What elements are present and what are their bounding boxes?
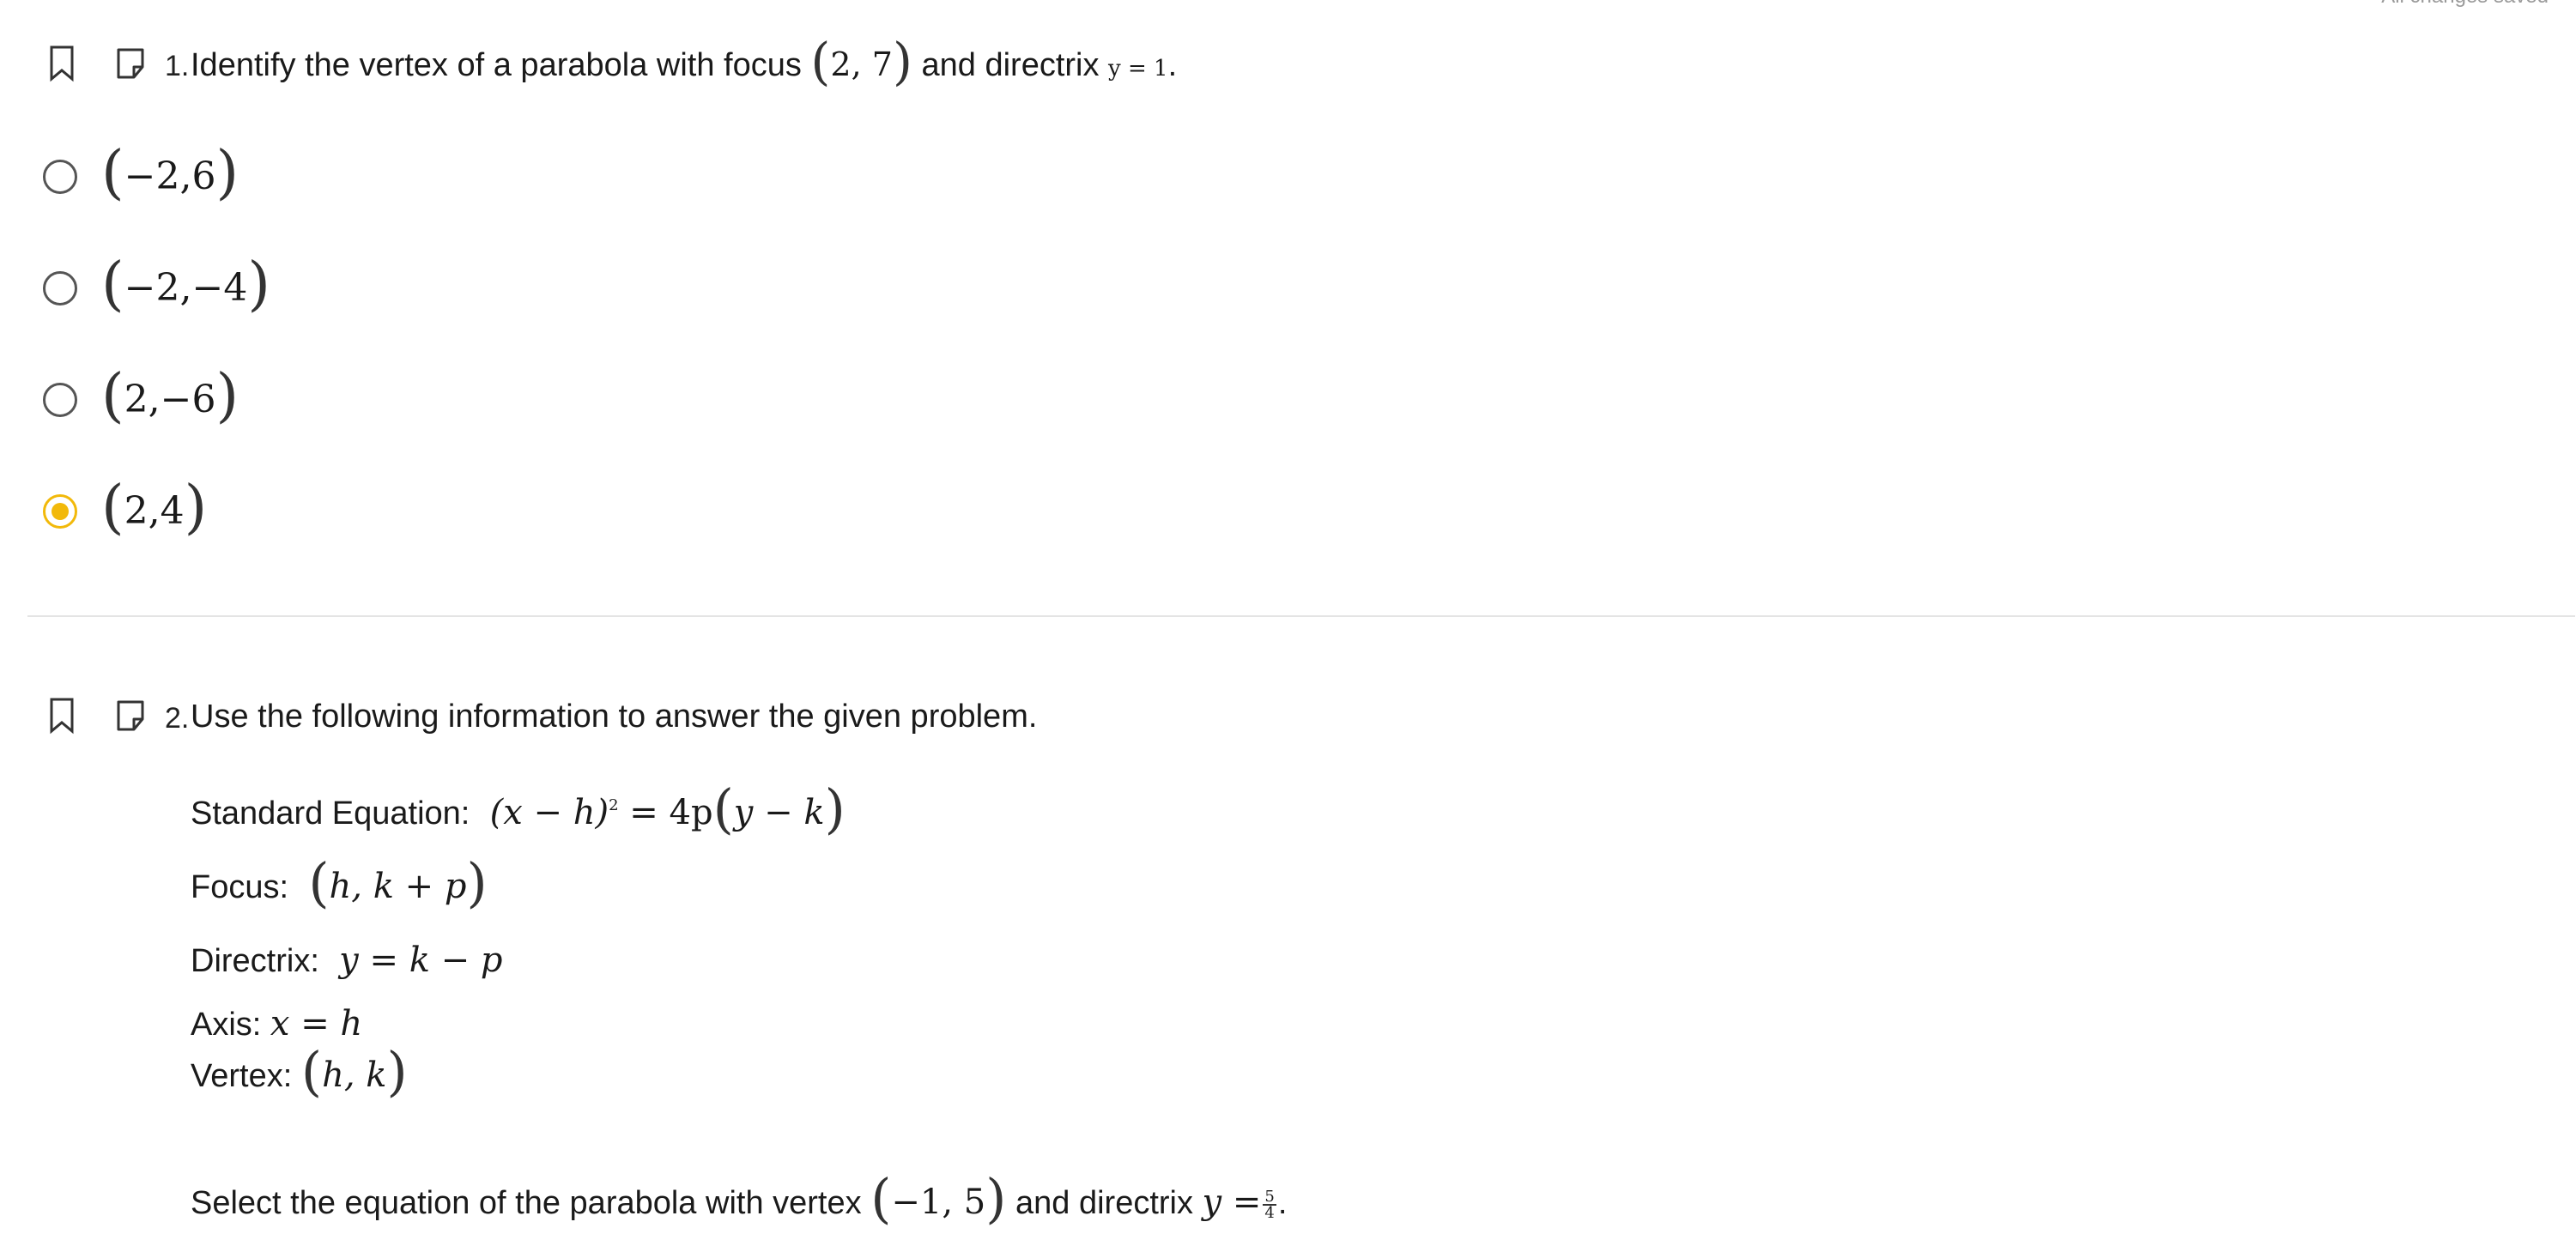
radio-button-selected[interactable] xyxy=(43,494,77,529)
directrix-formula-label: Directrix: xyxy=(191,943,319,979)
answer-choice-c[interactable]: (2,−6) xyxy=(0,357,858,443)
question-text-middle: and directrix xyxy=(921,47,1100,83)
vertex-formula: (h, k) xyxy=(300,1039,408,1103)
bookmark-icon[interactable] xyxy=(46,45,77,82)
question-number: 2. xyxy=(165,702,190,735)
question-1: 1. Identify the vertex of a parabola wit… xyxy=(0,31,2576,580)
question-number: 1. xyxy=(165,50,190,82)
prompt-middle: and directrix xyxy=(1015,1185,1193,1221)
directrix-fraction: 54 xyxy=(1263,1188,1276,1222)
prompt-vertex: (−1, 5) xyxy=(870,1166,1007,1230)
choice-label: (−2,−4) xyxy=(101,251,270,319)
focus-y: 7 xyxy=(871,45,893,83)
focus-x: 2 xyxy=(830,45,852,83)
directrix-formula-line: Directrix: y = k − p xyxy=(191,937,503,984)
axis-formula: x = h xyxy=(270,1004,363,1043)
directrix-formula: y = k − p xyxy=(339,941,503,980)
radio-button[interactable] xyxy=(43,160,77,194)
save-status: All changes saved xyxy=(2381,0,2549,9)
answer-choice-a[interactable]: (−2,6) xyxy=(0,134,858,220)
focus-formula: (h, k + p) xyxy=(308,850,488,914)
prompt-after: . xyxy=(1277,1185,1288,1221)
standard-equation-label: Standard Equation: xyxy=(191,795,470,832)
question-text-before: Identify the vertex of a parabola with f… xyxy=(191,47,802,83)
question-1-header: 1. Identify the vertex of a parabola wit… xyxy=(0,31,2576,100)
choice-label: (2,4) xyxy=(101,474,208,542)
choice-label: (−2,6) xyxy=(101,139,239,208)
question-divider xyxy=(27,615,2575,617)
answer-choice-d[interactable]: (2,4) xyxy=(0,469,858,554)
prompt-directrix: y = 5 4 xyxy=(1202,1183,1276,1222)
standard-equation-line: Standard Equation: (x − h)2 = 4p(y − k) xyxy=(191,777,846,843)
question-2: 2. Use the following information to answ… xyxy=(0,683,2576,1232)
focus-formula-line: Focus: (h, k + p) xyxy=(191,850,488,914)
axis-formula-line: Axis: x = h xyxy=(191,1001,362,1048)
question-2-header: 2. Use the following information to answ… xyxy=(0,683,2576,752)
question-2-prompt: Select the equation of the parabola with… xyxy=(191,1166,1288,1230)
focus-point: (2, 7) xyxy=(810,31,912,91)
vertex-formula-label: Vertex: xyxy=(191,1058,293,1094)
question-text-after: . xyxy=(1167,47,1178,83)
note-icon[interactable] xyxy=(113,699,148,733)
question-text: Use the following information to answer … xyxy=(191,699,1038,735)
standard-equation: (x − h)2 = 4p(y − k) xyxy=(489,777,846,840)
vertex-formula-line: Vertex: (h, k) xyxy=(191,1039,408,1103)
note-icon[interactable] xyxy=(113,46,148,81)
axis-formula-label: Axis: xyxy=(191,1007,262,1043)
directrix-equation: y = 1 xyxy=(1108,56,1168,82)
radio-button[interactable] xyxy=(43,271,77,305)
question-text: Identify the vertex of a parabola with f… xyxy=(191,31,1178,92)
prompt-before: Select the equation of the parabola with… xyxy=(191,1185,862,1221)
radio-button[interactable] xyxy=(43,383,77,417)
bookmark-icon[interactable] xyxy=(46,697,77,735)
choice-label: (2,−6) xyxy=(101,362,239,431)
answer-choice-b[interactable]: (−2,−4) xyxy=(0,245,858,331)
focus-formula-label: Focus: xyxy=(191,869,289,905)
